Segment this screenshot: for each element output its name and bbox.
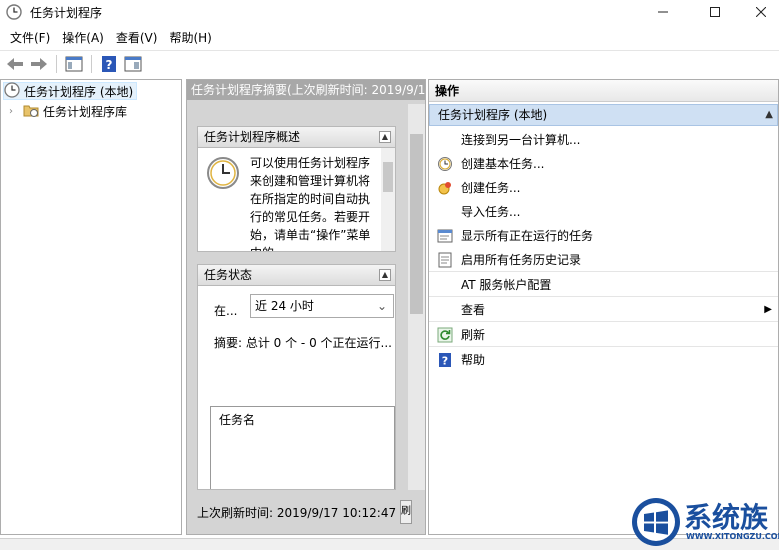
watermark-brand: 系统族 [684,501,769,534]
tree-item-label: 任务计划程序 (本地) [24,84,134,99]
scrollbar-thumb[interactable] [383,162,393,192]
svg-text:?: ? [442,355,448,368]
collapse-icon[interactable]: ▲ [765,105,773,125]
window-title: 任务计划程序 [30,6,103,20]
action-view[interactable]: 查看 ▶ [429,298,778,322]
collapse-icon[interactable]: ▲ [379,269,391,281]
action-label: 连接到另一台计算机... [461,133,581,147]
refresh-icon [437,327,453,343]
summary-header: 任务计划程序摘要(上次刷新时间: 2019/9/17 [187,80,425,100]
scrollbar-thumb[interactable] [410,134,423,314]
action-enable-task-history[interactable]: 启用所有任务历史记录 [429,248,778,272]
action-import-task[interactable]: 导入任务... [429,200,778,224]
overview-section-header[interactable]: 任务计划程序概述 ▲ [197,126,396,148]
task-name-table[interactable]: 任务名 [210,406,395,489]
action-label: 刷新 [461,328,486,342]
action-label: 显示所有正在运行的任务 [461,229,594,243]
back-arrow-icon[interactable] [4,53,26,75]
action-label: 启用所有任务历史记录 [461,253,582,267]
status-summary: 摘要: 总计 0 个 - 0 个正在运行... [214,336,392,350]
action-at-service-account[interactable]: AT 服务帐户配置 [429,273,778,297]
action-connect-computer[interactable]: 连接到另一台计算机... [429,128,778,152]
overview-scrollbar[interactable] [381,148,395,251]
actions-pane: 操作 任务计划程序 (本地) ▲ 连接到另一台计算机... 创建基本任务... … [428,79,779,535]
tree-item-task-scheduler-local[interactable]: 任务计划程序 (本地) [3,81,137,101]
action-label: 导入任务... [461,205,521,219]
menu-action[interactable]: 操作(A) [56,28,110,48]
running-tasks-icon [437,228,453,244]
summary-pane: 任务计划程序摘要(上次刷新时间: 2019/9/17 任务计划程序概述 ▲ 可以… [186,79,426,535]
toolbar-separator [56,54,57,73]
task-history-icon [437,252,453,268]
actions-title: 操作 [429,80,778,102]
folder-clock-icon [23,102,39,121]
watermark-logo: 系统族 WWW.XITONGZU.COM [630,494,779,550]
summary-body: 任务计划程序概述 ▲ 可以使用任务计划程序来创建和管理计算机将在所指定的时间自动… [187,100,425,490]
menu-help[interactable]: 帮助(H) [163,28,217,48]
collapse-icon[interactable]: ▲ [379,131,391,143]
menu-bar: 文件(F) 操作(A) 查看(V) 帮助(H) [0,27,779,49]
action-help[interactable]: ? 帮助 [429,348,778,372]
overview-section-title: 任务计划程序概述 [204,130,301,144]
action-label: 帮助 [461,353,486,367]
action-refresh[interactable]: 刷新 [429,323,778,347]
overview-description: 可以使用任务计划程序来创建和管理计算机将在所指定的时间自动执行的常见任务。若要开… [250,156,371,251]
clock-icon [4,81,20,101]
help-icon[interactable]: ? [98,53,120,75]
close-button[interactable] [738,0,779,24]
task-status-section-body: 在... 近 24 小时 ⌄ 摘要: 总计 0 个 - 0 个正在运行... 任… [197,286,396,490]
time-range-value: 近 24 小时 [255,299,314,313]
summary-footer: 上次刷新时间: 2019/9/17 10:12:47 刷 [187,490,425,534]
tree-item-label: 任务计划程序库 [43,104,128,119]
show-hide-action-pane-icon[interactable] [122,53,144,75]
action-label: 查看 [461,303,486,317]
chevron-right-icon: ▶ [764,304,772,315]
chevron-right-icon[interactable]: › [9,106,19,117]
task-status-section-title: 任务状态 [204,268,253,282]
overview-section-body: 可以使用任务计划程序来创建和管理计算机将在所指定的时间自动执行的常见任务。若要开… [197,148,396,252]
watermark-url: WWW.XITONGZU.COM [686,532,779,541]
title-bar: 任务计划程序 [0,0,779,26]
task-name-column-header[interactable]: 任务名 [219,413,255,427]
svg-text:?: ? [106,58,113,72]
maximize-button[interactable] [692,0,738,24]
task-status-section-header[interactable]: 任务状态 ▲ [197,264,396,286]
minimize-button[interactable] [640,0,686,24]
action-label: 创建任务... [461,181,521,195]
action-label: 创建基本任务... [461,157,545,171]
range-label: 在... [214,304,238,318]
chevron-down-icon: ⌄ [376,299,387,313]
time-range-select[interactable]: 近 24 小时 ⌄ [250,294,394,318]
forward-arrow-icon[interactable] [28,53,50,75]
menu-file[interactable]: 文件(F) [4,28,56,48]
basic-task-clock-icon [437,156,453,172]
help-icon: ? [437,352,453,368]
windows-logo-icon [632,498,680,546]
tree-item-task-scheduler-library[interactable]: › 任务计划程序库 [9,102,127,120]
task-scheduler-clock-icon [6,4,22,20]
last-refresh-time: 上次刷新时间: 2019/9/17 10:12:47 [197,506,397,520]
clock-icon [206,156,240,190]
actions-group-header[interactable]: 任务计划程序 (本地) ▲ [429,104,778,126]
action-create-basic-task[interactable]: 创建基本任务... [429,152,778,176]
toolbar: ? [0,50,779,76]
action-create-task[interactable]: 创建任务... [429,176,778,200]
console-tree-pane: 任务计划程序 (本地) › 任务计划程序库 [0,79,182,535]
show-hide-console-tree-icon[interactable] [63,53,85,75]
actions-group-label: 任务计划程序 (本地) [438,108,548,122]
action-show-running-tasks[interactable]: 显示所有正在运行的任务 [429,224,778,248]
toolbar-separator [91,54,92,73]
menu-view[interactable]: 查看(V) [110,28,164,48]
summary-scrollbar[interactable] [408,104,425,492]
action-label: AT 服务帐户配置 [461,278,552,292]
create-task-icon [437,180,453,196]
refresh-button[interactable]: 刷 [400,500,412,524]
